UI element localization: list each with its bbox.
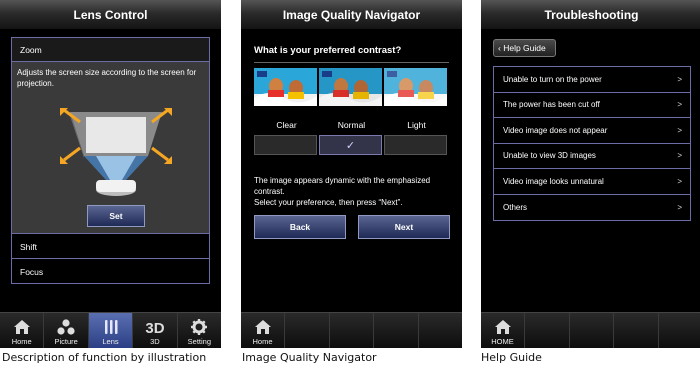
lens-control-screen: Lens Control Zoom Adjusts the screen siz… [0, 0, 221, 348]
nav-home-button[interactable]: Home [241, 313, 285, 348]
screen-title: Image Quality Navigator [241, 0, 462, 30]
list-item-label: Video image looks unnatural [503, 176, 604, 186]
preview-clear-image [254, 68, 317, 106]
list-item[interactable]: Unable to turn on the power > [494, 67, 690, 93]
chevron-right-icon: > [677, 176, 682, 186]
wizard-buttons: Back Next [254, 215, 450, 239]
bottom-navigation: Home Picture Lens 3D 3D Setting [0, 312, 221, 348]
screen-title: Troubleshooting [481, 0, 700, 30]
check-icon: ✓ [345, 139, 356, 152]
nav-label: Home [252, 337, 273, 346]
back-button[interactable]: Back [254, 215, 346, 239]
preview-thumbnails [254, 68, 447, 106]
home-icon [13, 320, 30, 334]
nav-lens-button[interactable]: Lens [88, 313, 134, 348]
chevron-right-icon: > [677, 74, 682, 84]
nav-home-button[interactable]: HOME [481, 313, 525, 348]
home-icon [494, 320, 511, 334]
caption-help-guide: Help Guide [481, 351, 542, 364]
nav-empty-slot [659, 313, 700, 348]
list-item-label: The power has been cut off [503, 100, 600, 110]
nav-label: Setting [187, 337, 211, 346]
contrast-option-labels: Clear Normal Light [254, 120, 449, 130]
nav-empty-slot [614, 313, 659, 348]
nav-label: HOME [491, 337, 514, 346]
nav-label: 3D [150, 337, 160, 346]
instruction-line: Select your preference, then press “Next… [254, 198, 403, 207]
list-item[interactable]: Unable to view 3D images > [494, 143, 690, 169]
nav-empty-slot [525, 313, 570, 348]
zoom-description: Adjusts the screen size according to the… [17, 68, 197, 88]
nav-label: Home [11, 337, 32, 346]
3d-icon: 3D [145, 320, 164, 335]
lens-icon [104, 320, 118, 334]
chevron-right-icon: > [677, 125, 682, 135]
chevron-right-icon: > [677, 202, 682, 212]
caption-image-quality-navigator: Image Quality Navigator [242, 351, 377, 364]
bottom-navigation: HOME [481, 312, 700, 348]
list-item[interactable]: The power has been cut off > [494, 92, 690, 118]
image-quality-navigator-screen: Image Quality Navigator What is your pre… [241, 0, 462, 348]
preview-light-image [384, 68, 447, 106]
instruction-line: The image appears dynamic with the empha… [254, 176, 431, 196]
choice-clear-button[interactable] [254, 135, 317, 155]
instruction-text: The image appears dynamic with the empha… [254, 175, 454, 208]
nav-empty-slot [570, 313, 614, 348]
nav-3d-button[interactable]: 3D 3D [133, 313, 178, 348]
preview-normal-image [319, 68, 382, 106]
nav-empty-slot [374, 313, 419, 348]
divider [254, 62, 449, 63]
list-item[interactable]: Video image does not appear > [494, 118, 690, 144]
option-label-light: Light [407, 120, 426, 130]
chevron-left-icon: ‹ [498, 43, 501, 53]
choice-light-button[interactable] [384, 135, 447, 155]
gear-icon [191, 319, 208, 335]
picture-icon [57, 319, 75, 335]
list-item-label: Unable to turn on the power [503, 74, 602, 84]
chevron-right-icon: > [677, 151, 682, 161]
zoom-row[interactable]: Zoom [12, 38, 209, 62]
help-guide-label: Help Guide [503, 43, 546, 53]
nav-setting-button[interactable]: Setting [178, 313, 221, 348]
list-item-label: Video image does not appear [503, 125, 608, 135]
contrast-question: What is your preferred contrast? [254, 45, 402, 56]
chevron-right-icon: > [677, 100, 682, 110]
bottom-navigation: Home [241, 312, 462, 348]
svg-text:3D: 3D [145, 320, 164, 335]
troubleshooting-list: Unable to turn on the power > The power … [493, 66, 691, 221]
nav-picture-button[interactable]: Picture [44, 313, 89, 348]
home-icon [254, 320, 271, 334]
troubleshooting-screen: Troubleshooting ‹ Help Guide Unable to t… [481, 0, 700, 348]
screen-title: Lens Control [0, 0, 221, 30]
option-label-clear: Clear [276, 120, 297, 130]
shift-row[interactable]: Shift [11, 233, 210, 259]
next-button[interactable]: Next [358, 215, 450, 239]
list-item[interactable]: Others > [494, 194, 690, 220]
list-item-label: Unable to view 3D images [503, 151, 596, 161]
nav-home-button[interactable]: Home [0, 313, 45, 348]
nav-label: Picture [54, 337, 78, 346]
nav-label: Lens [102, 337, 119, 346]
nav-empty-slot [330, 313, 374, 348]
zoom-panel: Zoom Adjusts the screen size according t… [11, 37, 210, 234]
nav-empty-slot [419, 313, 463, 348]
help-guide-back-button[interactable]: ‹ Help Guide [493, 39, 556, 57]
list-item-label: Others [503, 202, 528, 212]
caption-lens-control: Description of function by illustration [2, 351, 207, 364]
choice-normal-button[interactable]: ✓ [319, 135, 382, 155]
set-button[interactable]: Set [87, 205, 145, 227]
contrast-choices: ✓ [254, 135, 447, 155]
nav-empty-slot [285, 313, 330, 348]
projector-illustration-icon [60, 108, 172, 196]
option-label-normal: Normal [337, 120, 366, 130]
focus-row[interactable]: Focus [11, 258, 210, 284]
list-item[interactable]: Video image looks unnatural > [494, 169, 690, 195]
